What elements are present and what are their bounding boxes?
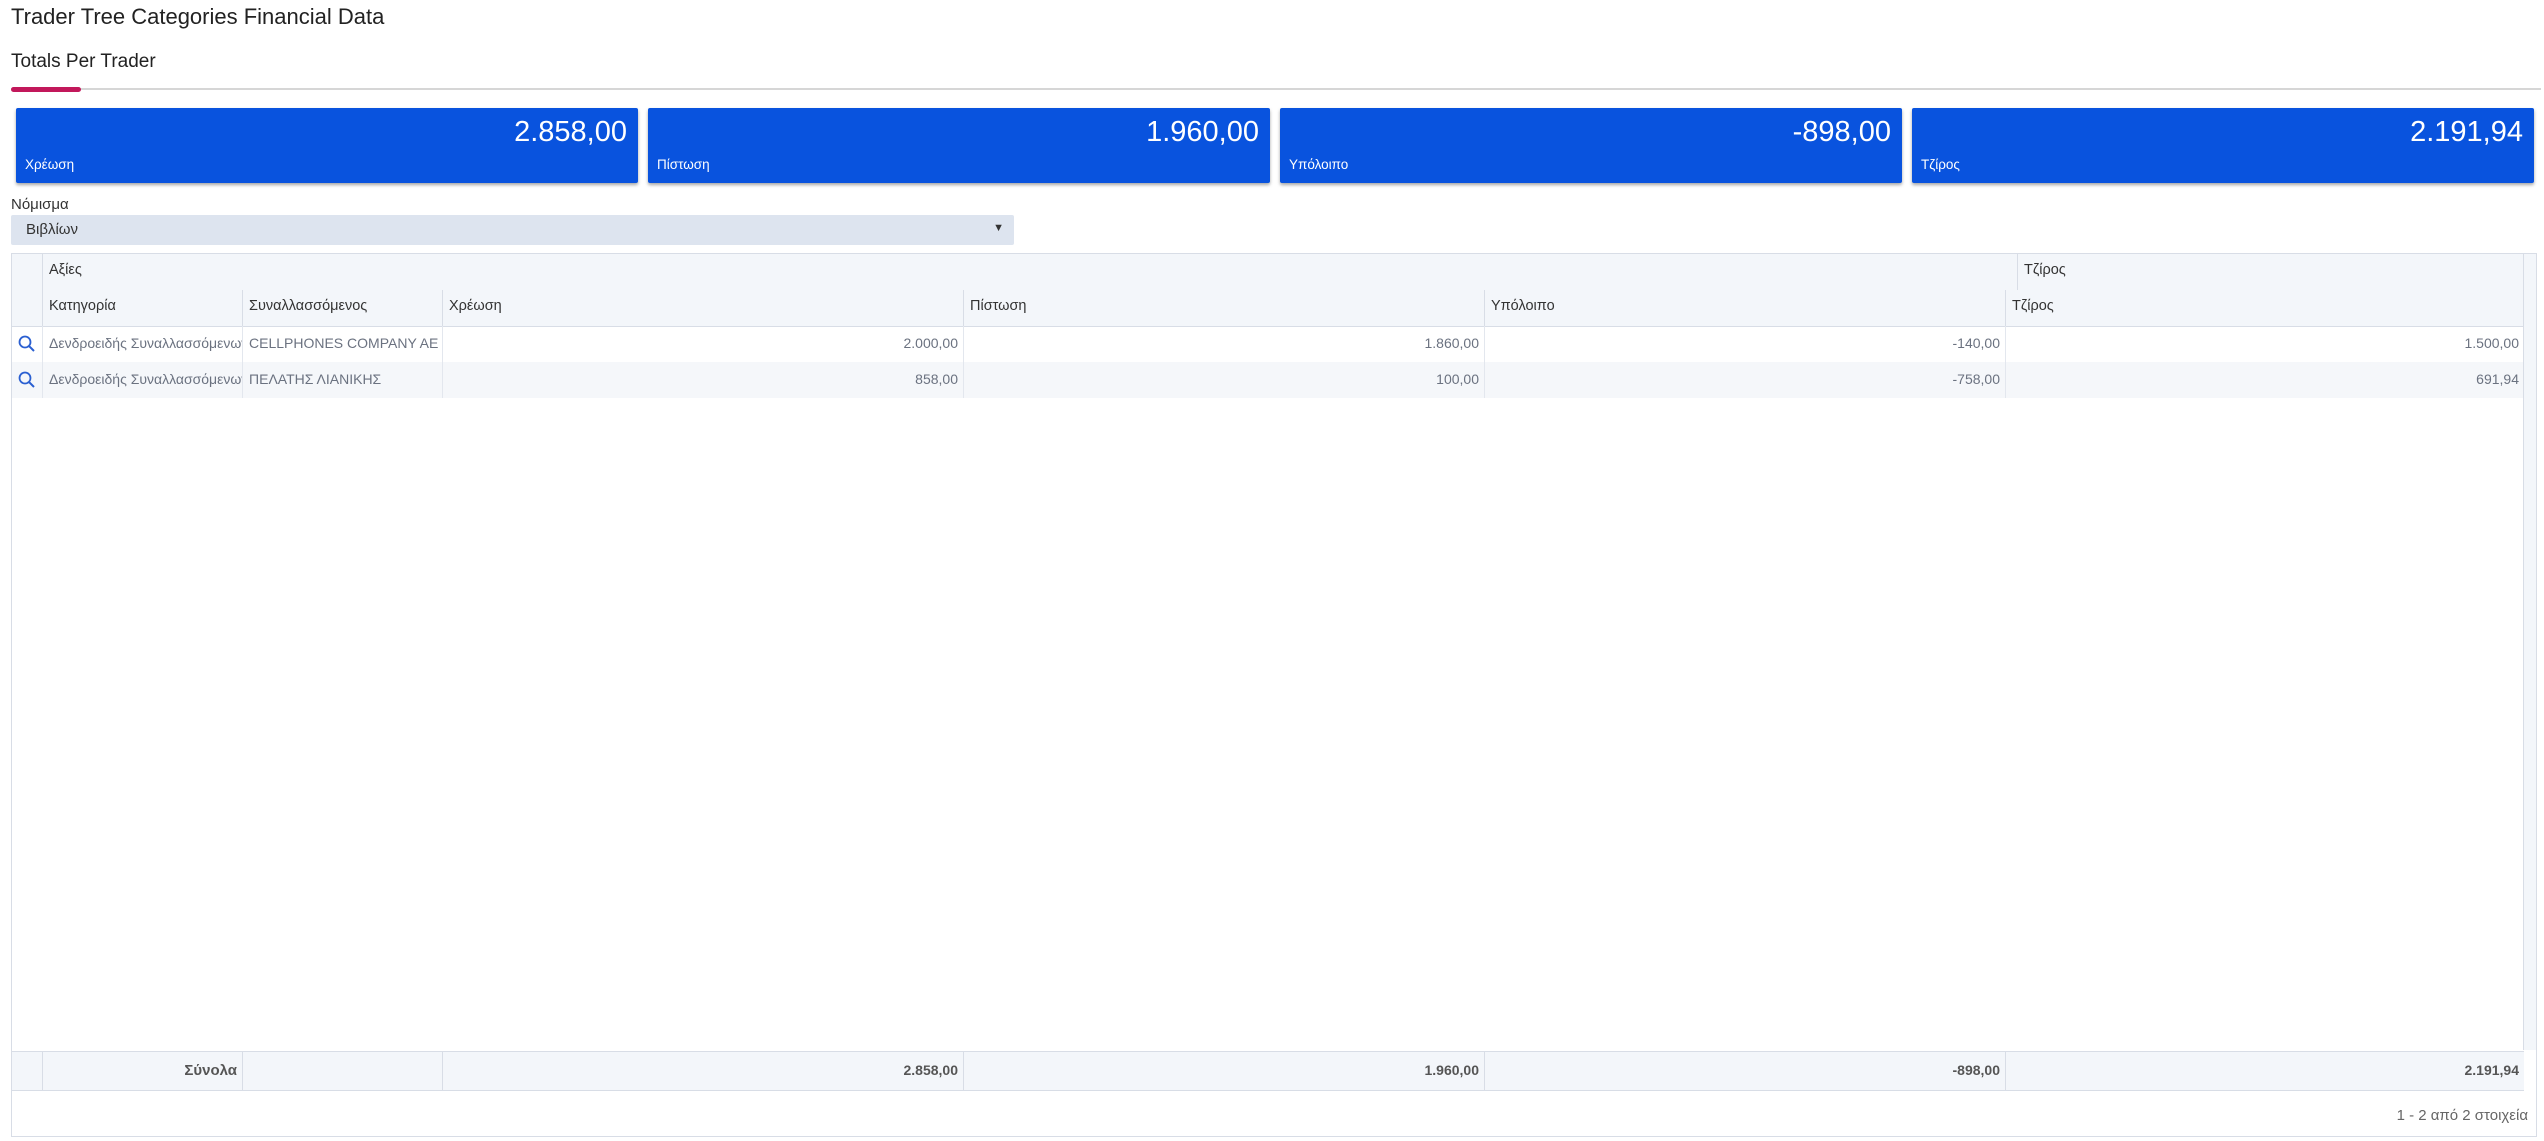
currency-dropdown[interactable]: Βιβλίων ▼ <box>11 215 1014 245</box>
header-spacer <box>12 254 42 290</box>
cell-debit: 2.000,00 <box>442 326 963 362</box>
column-header-credit[interactable]: Πίστωση <box>963 290 1484 326</box>
cell-turnover: 691,94 <box>2005 362 2524 398</box>
card-label: Πίστωση <box>657 157 710 172</box>
column-header-trader[interactable]: Συναλλασσόμενος <box>242 290 442 326</box>
pager-info: 1 - 2 από 2 στοιχεία <box>2396 1107 2528 1124</box>
page-title: Trader Tree Categories Financial Data <box>11 4 385 29</box>
cell-category: Δενδροειδής Συναλλασσόμενων <box>42 326 242 362</box>
totals-balance: -898,00 <box>1484 1052 2005 1090</box>
tab-label: Totals Per Trader <box>11 51 156 72</box>
debit-card: 2.858,00 Χρέωση <box>16 108 638 183</box>
group-header-turnover: Τζίρος <box>2017 254 2538 290</box>
table-row: Δενδροειδής Συναλλασσόμενων ΠΕΛΑΤΗΣ ΛΙΑΝ… <box>12 362 2524 398</box>
vertical-scrollbar[interactable] <box>2523 254 2536 1050</box>
table-row: Δενδροειδής Συναλλασσόμενων CELLPHONES C… <box>12 326 2524 362</box>
column-header-category[interactable]: Κατηγορία <box>42 290 242 326</box>
totals-trader-empty <box>242 1052 442 1090</box>
totals-turnover: 2.191,94 <box>2005 1052 2524 1090</box>
totals-spacer <box>12 1052 42 1090</box>
search-icon[interactable] <box>17 370 37 390</box>
card-value: 2.858,00 <box>514 116 627 148</box>
credit-card: 1.960,00 Πίστωση <box>648 108 1270 183</box>
currency-selected-value: Βιβλίων <box>26 221 79 238</box>
chevron-down-icon: ▼ <box>993 222 1004 234</box>
cell-category: Δενδροειδής Συναλλασσόμενων <box>42 362 242 398</box>
balance-card: -898,00 Υπόλοιπο <box>1280 108 1902 183</box>
header-spacer <box>12 290 42 326</box>
summary-cards: 2.858,00 Χρέωση 1.960,00 Πίστωση -898,00… <box>16 108 2534 183</box>
group-header-values: Αξίες <box>42 254 2017 290</box>
cell-debit: 858,00 <box>442 362 963 398</box>
column-header-turnover[interactable]: Τζίρος <box>2005 290 2524 326</box>
totals-credit: 1.960,00 <box>963 1052 1484 1090</box>
totals-row: Σύνολα 2.858,00 1.960,00 -898,00 2.191,9… <box>12 1051 2524 1091</box>
cell-balance: -140,00 <box>1484 326 2005 362</box>
cell-balance: -758,00 <box>1484 362 2005 398</box>
card-value: 1.960,00 <box>1146 116 1259 148</box>
column-header-balance[interactable]: Υπόλοιπο <box>1484 290 2005 326</box>
card-label: Υπόλοιπο <box>1289 157 1349 172</box>
tab-bar: Totals Per Trader <box>11 46 2541 92</box>
cell-credit: 1.860,00 <box>963 326 1484 362</box>
currency-label: Νόμισμα <box>11 196 69 213</box>
cell-trader: CELLPHONES COMPANY AE <box>242 326 442 362</box>
cell-trader: ΠΕΛΑΤΗΣ ΛΙΑΝΙΚΗΣ <box>242 362 442 398</box>
card-label: Τζίρος <box>1921 157 1960 172</box>
column-header-debit[interactable]: Χρέωση <box>442 290 963 326</box>
card-label: Χρέωση <box>25 157 75 172</box>
search-icon[interactable] <box>17 334 37 354</box>
data-grid: Αξίες Τζίρος Κατηγορία Συναλλασσόμενος Χ… <box>11 253 2537 1137</box>
grid-column-header-row: Κατηγορία Συναλλασσόμενος Χρέωση Πίστωση… <box>12 290 2524 327</box>
card-value: 2.191,94 <box>2410 116 2523 148</box>
turnover-card: 2.191,94 Τζίρος <box>1912 108 2534 183</box>
grid-group-header-row: Αξίες Τζίρος <box>12 254 2524 291</box>
card-value: -898,00 <box>1792 116 1891 148</box>
active-tab-indicator <box>11 87 81 92</box>
cell-turnover: 1.500,00 <box>2005 326 2524 362</box>
tab-totals-per-trader[interactable]: Totals Per Trader <box>11 51 156 92</box>
cell-credit: 100,00 <box>963 362 1484 398</box>
totals-debit: 2.858,00 <box>442 1052 963 1090</box>
totals-label: Σύνολα <box>42 1052 242 1090</box>
